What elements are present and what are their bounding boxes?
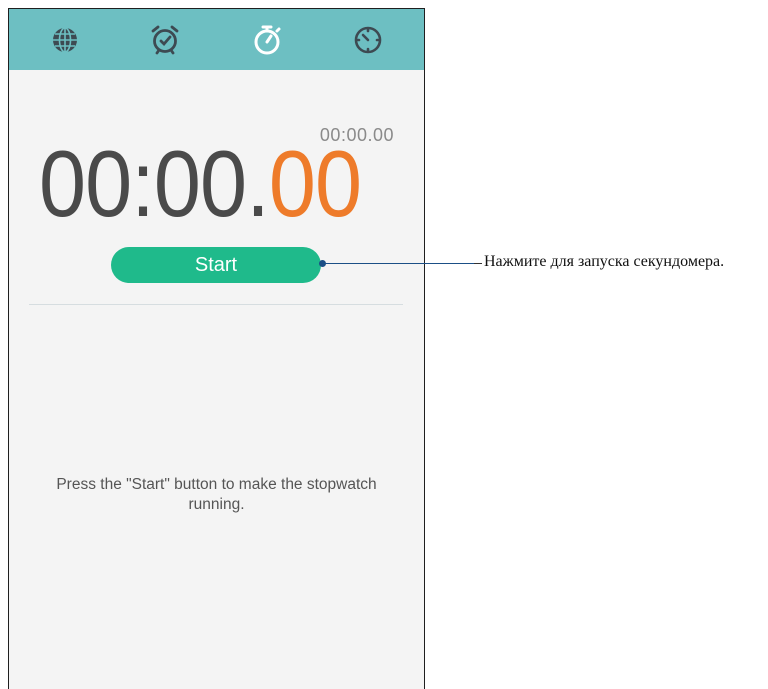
start-button[interactable]: Start <box>111 247 321 283</box>
alarm-clock-icon <box>151 25 179 55</box>
divider <box>29 304 403 305</box>
tab-world-clock[interactable] <box>41 17 89 63</box>
tab-stopwatch[interactable] <box>243 17 291 63</box>
tab-bar <box>9 9 424 70</box>
elapsed-time-hundredths: 00 <box>268 131 362 236</box>
callout-tick <box>474 263 482 264</box>
timer-icon <box>354 26 382 54</box>
globe-icon <box>53 27 77 53</box>
tab-alarm[interactable] <box>141 17 189 63</box>
phone-screen: 00:00.00 00:00.00 Start Press the "Start… <box>8 8 425 689</box>
callout-line <box>322 263 482 264</box>
elapsed-time: 00:00.00 <box>39 137 362 231</box>
elapsed-time-main: 00:00. <box>39 131 270 236</box>
tab-timer[interactable] <box>344 17 392 63</box>
hint-text: Press the "Start" button to make the sto… <box>56 476 377 513</box>
stopwatch-icon <box>254 25 281 55</box>
callout-text: Нажмите для запуска секундомера. <box>484 253 725 270</box>
callout-dot <box>319 260 326 267</box>
